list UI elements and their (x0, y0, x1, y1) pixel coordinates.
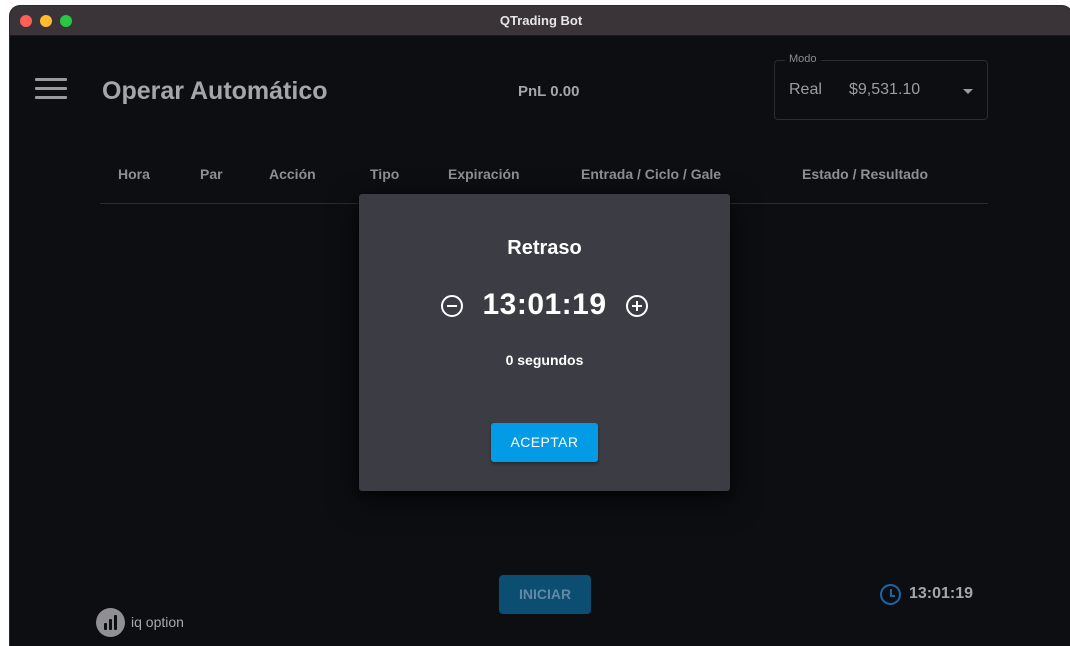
current-time: 13:01:19 (909, 585, 974, 602)
mode-account-type: Real (789, 81, 822, 98)
dropdown-caret-icon (963, 89, 973, 94)
column-header-expiracion: Expiración (448, 166, 520, 182)
delay-seconds-label: 0 segundos (505, 352, 584, 368)
column-header-accion: Acción (269, 166, 316, 182)
dialog-title: Retraso (507, 237, 582, 259)
brand-name: iq option (131, 614, 184, 630)
column-header-tipo: Tipo (370, 166, 400, 182)
delay-time: 13:01:19 (482, 288, 607, 321)
delay-dialog: Retraso 13:01:19 0 segundos ACEPTAR (359, 194, 730, 491)
pnl-display: PnL 0.00 (518, 83, 580, 100)
title-bar: QTrading Bot (10, 6, 1070, 36)
page-title: Operar Automático (102, 77, 328, 105)
mode-select[interactable]: Modo Real $9,531.10 (774, 53, 988, 120)
delay-stepper: 13:01:19 (359, 286, 730, 326)
app-window: QTrading Bot Operar Automático PnL 0.00 … (10, 6, 1070, 646)
plus-circle-icon[interactable] (626, 295, 648, 317)
mode-legend: Modo (785, 53, 821, 65)
column-header-entrada-ciclo-gale: Entrada / Ciclo / Gale (581, 166, 722, 182)
column-header-par: Par (200, 166, 223, 182)
column-header-estado-resultado: Estado / Resultado (802, 166, 929, 182)
hamburger-menu-icon[interactable] (35, 78, 69, 102)
start-button[interactable]: INICIAR (499, 575, 591, 614)
clock-icon (880, 584, 901, 605)
column-header-hora: Hora (118, 166, 150, 182)
window-title: QTrading Bot (499, 13, 583, 28)
accept-button[interactable]: ACEPTAR (491, 423, 598, 462)
iq-option-logo-icon (96, 608, 125, 637)
app-content: Operar Automático PnL 0.00 Modo Real $9,… (10, 36, 1070, 646)
account-balance: $9,531.10 (849, 81, 921, 98)
